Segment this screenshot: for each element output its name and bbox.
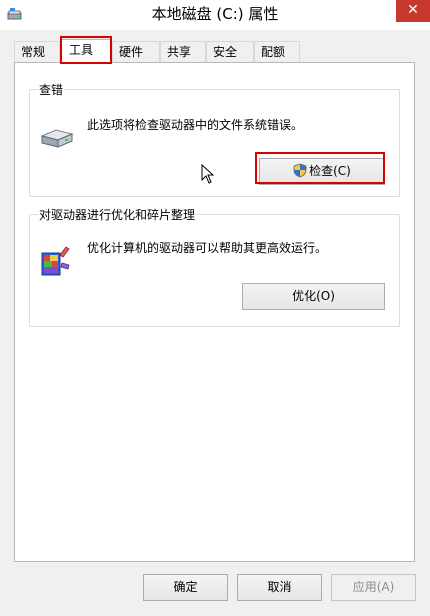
tab-security[interactable]: 安全 [206, 41, 254, 63]
tab-label: 硬件 [119, 45, 144, 59]
group-label: 对驱动器进行优化和碎片整理 [38, 206, 197, 223]
tab-label: 配额 [261, 45, 286, 59]
group-label: 查错 [38, 81, 65, 98]
tab-highlight-box [60, 36, 112, 64]
tab-general[interactable]: 常规 [14, 41, 60, 63]
apply-button-label: 应用(A) [352, 580, 395, 594]
tab-sharing[interactable]: 共享 [160, 41, 206, 63]
tab-quota[interactable]: 配额 [254, 41, 300, 63]
check-button-highlight [255, 152, 385, 184]
tab-hardware[interactable]: 硬件 [112, 41, 160, 63]
tools-panel: 查错 此选项将检查驱动器中的文件系统错误。 检查(C) 对驱动器进行优化和碎片整… [14, 62, 415, 562]
error-check-description: 此选项将检查驱动器中的文件系统错误。 [87, 118, 304, 132]
cancel-button[interactable]: 取消 [237, 574, 322, 601]
tab-label: 安全 [213, 45, 238, 59]
close-button[interactable]: ✕ [396, 0, 430, 22]
optimize-description: 优化计算机的驱动器可以帮助其更高效运行。 [87, 241, 328, 255]
mouse-cursor-icon [201, 164, 215, 184]
optimize-button[interactable]: 优化(O) [242, 283, 385, 310]
optimize-button-label: 优化(O) [292, 289, 335, 303]
apply-button[interactable]: 应用(A) [331, 574, 416, 601]
title-bar: 本地磁盘 (C:) 属性 ✕ [0, 0, 430, 30]
close-icon: ✕ [407, 2, 419, 18]
hard-drive-icon [40, 129, 74, 148]
ok-button-label: 确定 [173, 580, 198, 594]
properties-window: 本地磁盘 (C:) 属性 ✕ 常规 工具 硬件 共享 安全 配额 查错 此选项将… [0, 0, 430, 616]
defrag-icon [41, 246, 70, 276]
cancel-button-label: 取消 [267, 580, 292, 594]
tab-label: 常规 [21, 45, 46, 59]
optimize-group: 对驱动器进行优化和碎片整理 优化计算机的驱动器可以帮助其更高效运行。 优化(O) [29, 206, 400, 327]
ok-button[interactable]: 确定 [143, 574, 228, 601]
tab-label: 共享 [167, 45, 192, 59]
window-title: 本地磁盘 (C:) 属性 [151, 5, 279, 23]
